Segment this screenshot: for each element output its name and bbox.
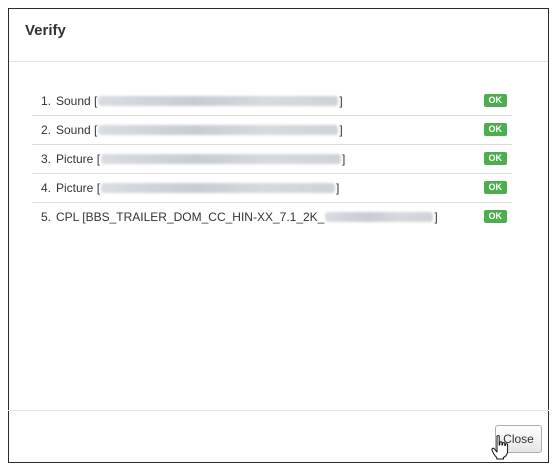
item-index: 3. (40, 152, 51, 166)
item-name: Sound (56, 94, 91, 108)
verify-list: 1. Sound [] OK 2. Sound [] OK 3. Picture []… (32, 87, 512, 231)
item-index: 1. (40, 94, 51, 108)
item-name: Sound (56, 123, 91, 137)
list-item: 2. Sound [] OK (32, 116, 512, 145)
item-bracket-close: ] (336, 181, 340, 195)
item-text: 5. CPL [BBS_TRAILER_DOM_CC_HIN-XX_7.1_2K_… (32, 210, 438, 224)
ok-badge: OK (483, 181, 507, 194)
ok-badge: OK (483, 210, 507, 223)
redacted-id (325, 212, 434, 222)
redacted-id (98, 125, 339, 135)
ok-badge: OK (483, 152, 507, 165)
item-bracket-close: ] (339, 123, 343, 137)
list-item: 4. Picture [] OK (32, 174, 512, 203)
redacted-id (98, 96, 339, 106)
item-index: 2. (40, 123, 51, 137)
item-bracket-open: [ (94, 94, 98, 108)
list-item: 5. CPL [BBS_TRAILER_DOM_CC_HIN-XX_7.1_2K_… (32, 203, 512, 231)
list-item: 3. Picture [] OK (32, 145, 512, 174)
list-item: 1. Sound [] OK (32, 87, 512, 116)
item-bracket-open: [ (96, 181, 101, 195)
item-name: Picture (56, 181, 94, 195)
item-bracket-close: ] (434, 210, 438, 224)
item-bracket-open: [ (94, 123, 98, 137)
item-cpl-title: BBS_TRAILER_DOM_CC_HIN-XX_7.1_2K_ (85, 210, 325, 224)
item-bracket-open: [ (96, 152, 101, 166)
item-text: 3. Picture [] (32, 152, 345, 166)
ok-badge: OK (483, 94, 507, 107)
redacted-id (101, 154, 342, 164)
item-index: 5. (40, 210, 51, 224)
item-name: CPL (56, 210, 79, 224)
close-button[interactable]: Close (495, 425, 542, 453)
verify-dialog: Verify (8, 8, 549, 463)
item-text: 1. Sound [] (32, 94, 343, 108)
ok-badge: OK (483, 123, 507, 136)
dialog-header: Verify (9, 9, 548, 62)
item-bracket-close: ] (342, 152, 346, 166)
redacted-id (101, 183, 336, 193)
item-text: 4. Picture [] (32, 181, 339, 195)
item-text: 2. Sound [] (32, 123, 343, 137)
item-name: Picture (56, 152, 94, 166)
dialog-title: Verify (25, 22, 66, 39)
dialog-footer: Close (8, 410, 549, 463)
item-bracket-close: ] (339, 94, 343, 108)
item-index: 4. (40, 181, 51, 195)
